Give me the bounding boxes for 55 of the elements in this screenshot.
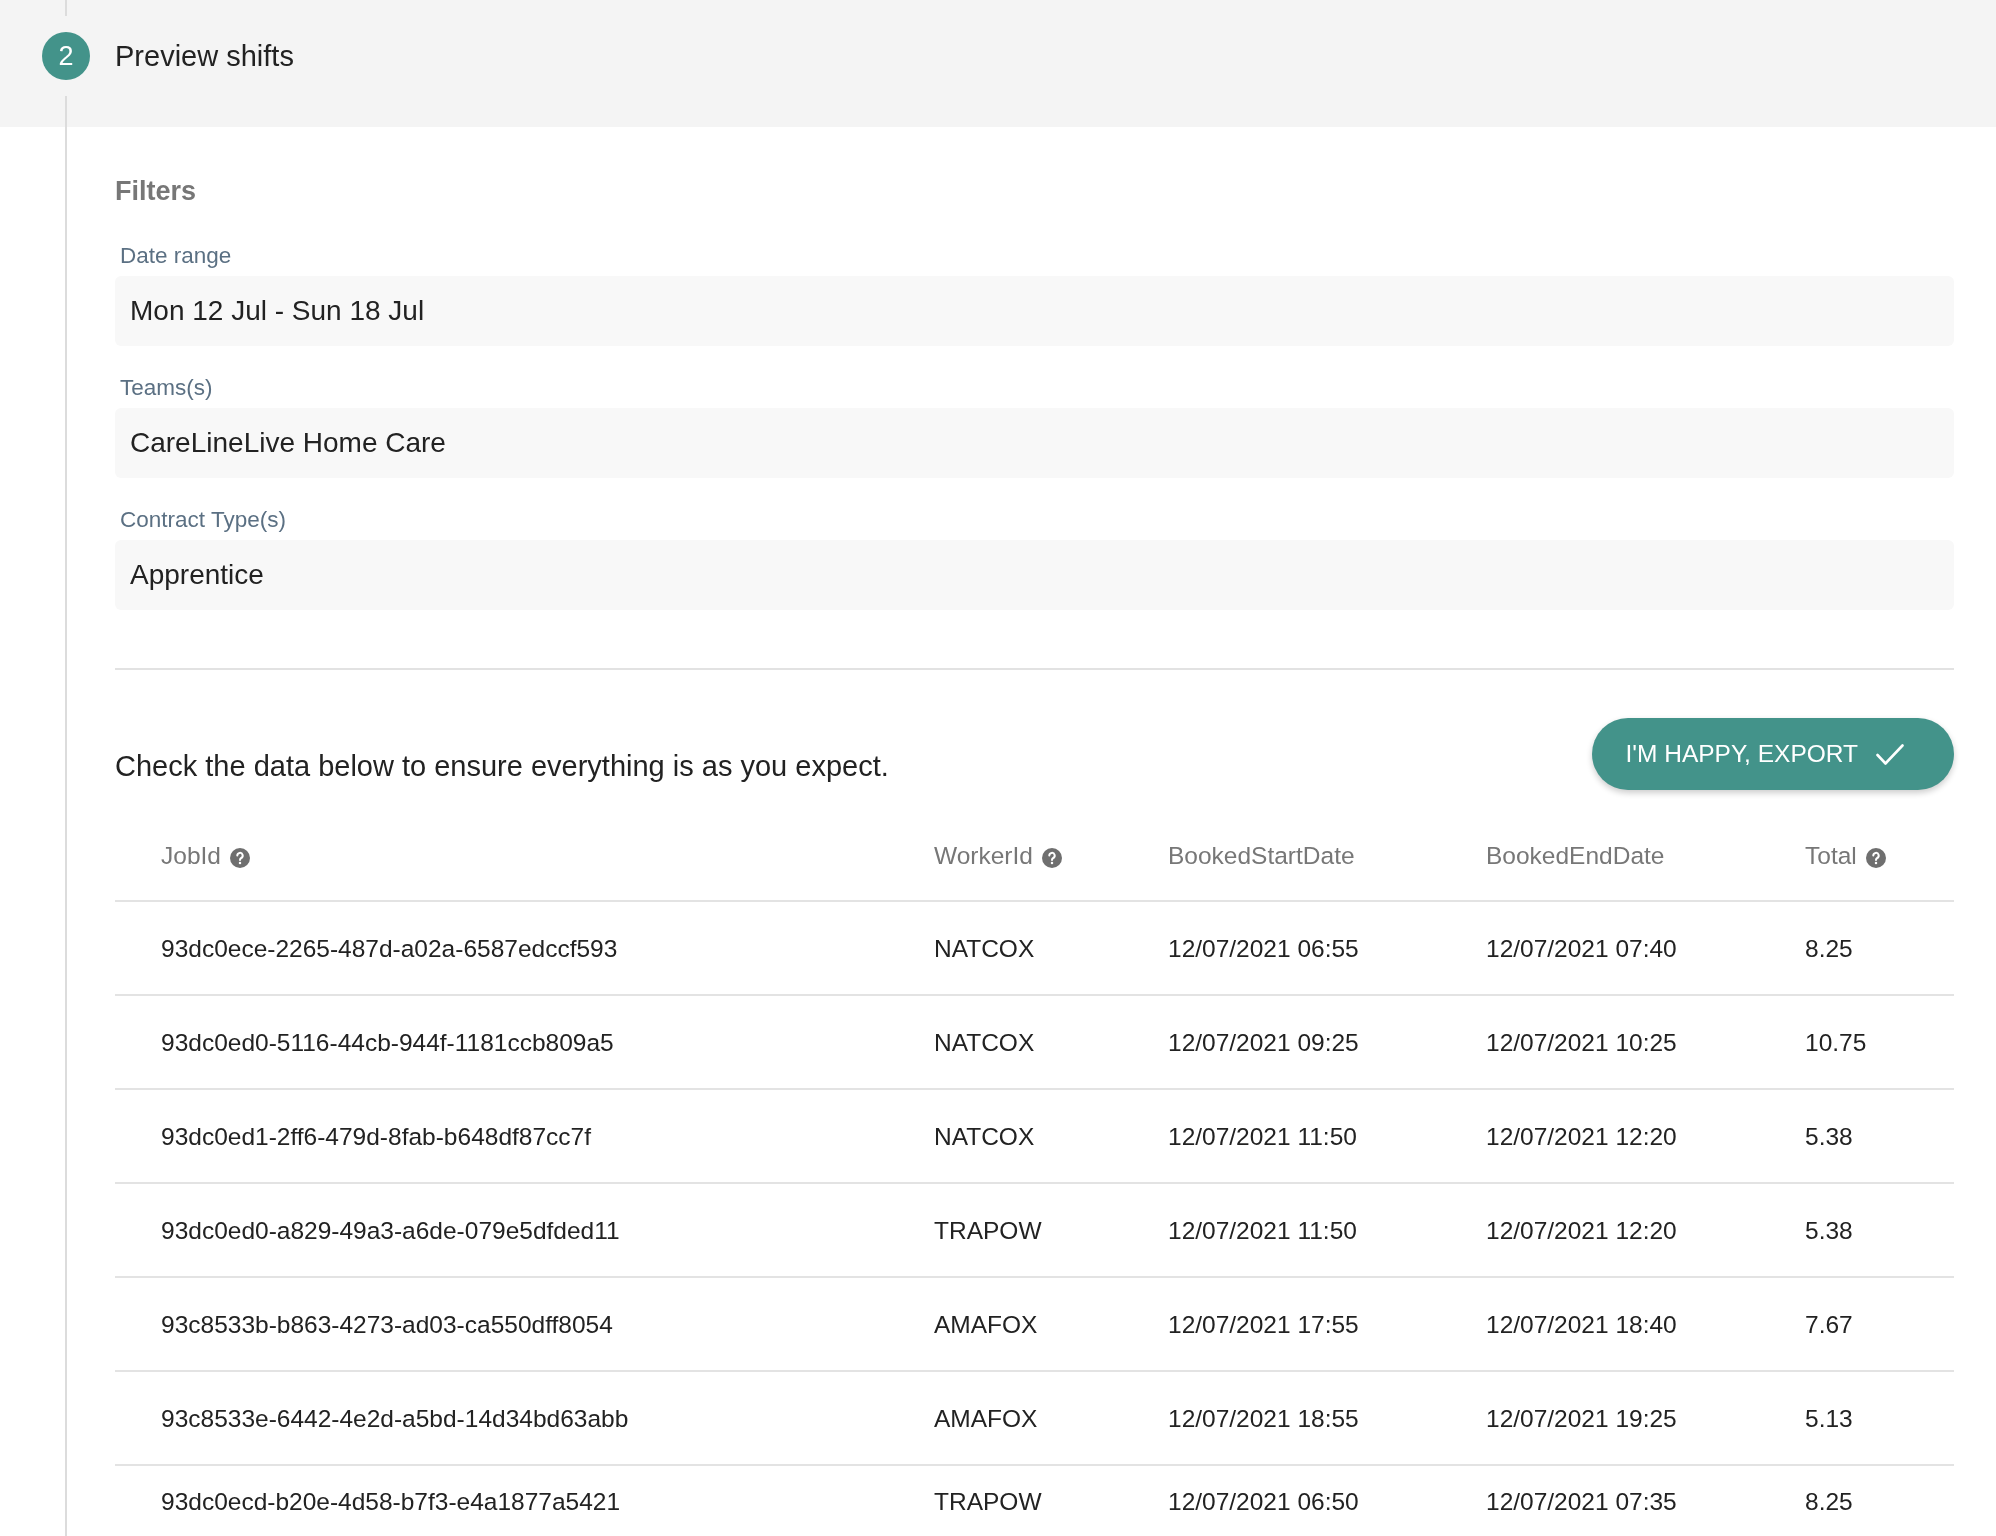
table-cell: 12/07/2021 07:40 [1486, 935, 1677, 963]
table-cell: 7.67 [1805, 1311, 1853, 1339]
help-icon[interactable] [1865, 847, 1886, 868]
table-cell: 12/07/2021 10:25 [1486, 1029, 1677, 1057]
table-cell: 12/07/2021 09:25 [1168, 1029, 1359, 1057]
table-cell: 93dc0ecd-b20e-4d58-b7f3-e4a1877a5421 [161, 1488, 621, 1516]
table-cell: 12/07/2021 07:35 [1486, 1488, 1677, 1516]
table-cell: 12/07/2021 17:55 [1168, 1311, 1359, 1339]
step-number: 2 [42, 32, 90, 80]
table-cell: 12/07/2021 11:50 [1168, 1123, 1357, 1151]
table-cell: 93c8533e-6442-4e2d-a5bd-14d34bd63abb [161, 1405, 629, 1433]
table-cell: 93dc0ed0-a829-49a3-a6de-079e5dfded11 [161, 1217, 620, 1245]
filter-field[interactable]: Mon 12 Jul - Sun 18 Jul [115, 276, 1954, 346]
field-label: Teams(s) [120, 376, 213, 400]
table-cell: 10.75 [1805, 1029, 1867, 1057]
table-cell: 5.13 [1805, 1405, 1853, 1433]
field-label: Date range [120, 244, 232, 268]
help-icon[interactable] [1041, 847, 1062, 868]
table-cell: 8.25 [1805, 935, 1853, 963]
table-cell: 12/07/2021 12:20 [1486, 1123, 1677, 1151]
column-header: WorkerId [934, 842, 1033, 870]
help-icon[interactable] [229, 847, 250, 868]
table-cell: 12/07/2021 06:50 [1168, 1488, 1359, 1516]
table-cell: AMAFOX [934, 1405, 1038, 1433]
export-button[interactable]: I'M HAPPY, EXPORT [1592, 718, 1954, 790]
filters-heading: Filters [115, 176, 197, 206]
table-cell: 93dc0ed1-2ff6-479d-8fab-b648df87cc7f [161, 1123, 591, 1151]
table-cell: 12/07/2021 11:50 [1168, 1217, 1357, 1245]
column-header: BookedEndDate [1486, 842, 1665, 870]
table-cell: AMAFOX [934, 1311, 1038, 1339]
table-cell: 93c8533b-b863-4273-ad03-ca550dff8054 [161, 1311, 613, 1339]
column-header: Total [1805, 842, 1857, 870]
field-label: Contract Type(s) [120, 508, 286, 532]
table-cell: 12/07/2021 18:40 [1486, 1311, 1677, 1339]
step-title: Preview shifts [115, 39, 294, 74]
table-cell: 8.25 [1805, 1488, 1853, 1516]
column-header: BookedStartDate [1168, 842, 1355, 870]
table-cell: 12/07/2021 06:55 [1168, 935, 1359, 963]
table-cell: NATCOX [934, 935, 1035, 963]
table-cell: NATCOX [934, 1123, 1035, 1151]
filter-field[interactable]: Apprentice [115, 540, 1954, 610]
filter-field[interactable]: CareLineLive Home Care [115, 408, 1954, 478]
table-cell: 12/07/2021 12:20 [1486, 1217, 1677, 1245]
table-cell: 12/07/2021 18:55 [1168, 1405, 1359, 1433]
table-cell: TRAPOW [934, 1488, 1042, 1516]
table-cell: 12/07/2021 19:25 [1486, 1405, 1677, 1433]
checkmark-icon [1876, 743, 1904, 765]
table-cell: 5.38 [1805, 1217, 1853, 1245]
table-cell: NATCOX [934, 1029, 1035, 1057]
table-cell: 93dc0ece-2265-487d-a02a-6587edccf593 [161, 935, 618, 963]
table-cell: TRAPOW [934, 1217, 1042, 1245]
column-header: JobId [161, 842, 221, 870]
table-cell: 93dc0ed0-5116-44cb-944f-1181ccb809a5 [161, 1029, 614, 1057]
instruction-text: Check the data below to ensure everything is as you expect. [115, 749, 889, 783]
table-cell: 5.38 [1805, 1123, 1853, 1151]
